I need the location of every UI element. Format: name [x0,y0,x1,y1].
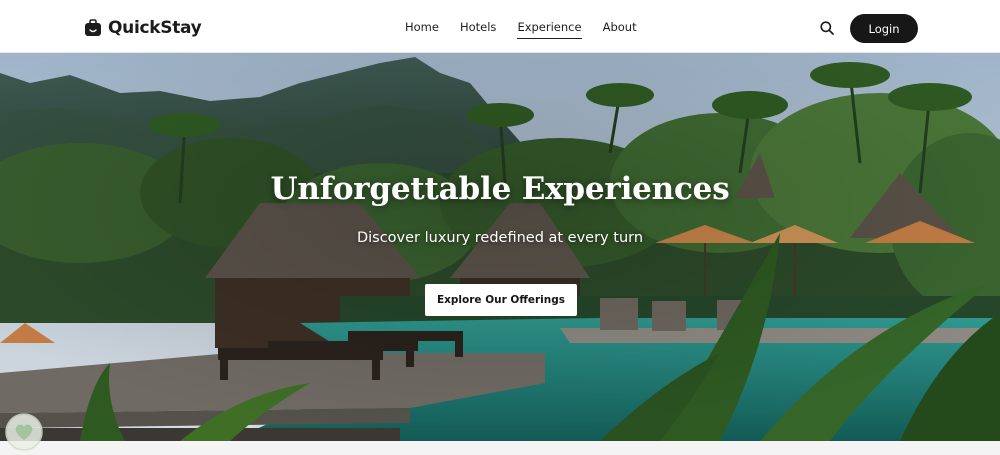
suitcase-logo-icon [85,19,101,36]
login-button[interactable]: Login [850,14,918,43]
explore-offerings-button[interactable]: Explore Our Offerings [425,284,577,316]
nav-hotels[interactable]: Hotels [460,20,496,39]
hero-title: Unforgettable Experiences [270,171,730,207]
main-nav: Home Hotels Experience About [405,20,637,39]
search-icon[interactable] [820,21,834,35]
heart-shield-icon [5,413,43,451]
hero-section: Unforgettable Experiences Discover luxur… [0,53,1000,441]
hero-subtitle: Discover luxury redefined at every turn [356,230,644,246]
page-bottom-strip [0,441,1000,455]
hero-background-image [0,53,1000,441]
nav-about[interactable]: About [603,20,637,39]
brand-name: QuickStay [108,18,202,38]
top-navigation-bar: QuickStay Home Hotels Experience About L… [0,0,1000,53]
brand-logo[interactable]: QuickStay [84,17,202,39]
nav-home[interactable]: Home [405,20,439,39]
nav-experience[interactable]: Experience [517,20,582,39]
